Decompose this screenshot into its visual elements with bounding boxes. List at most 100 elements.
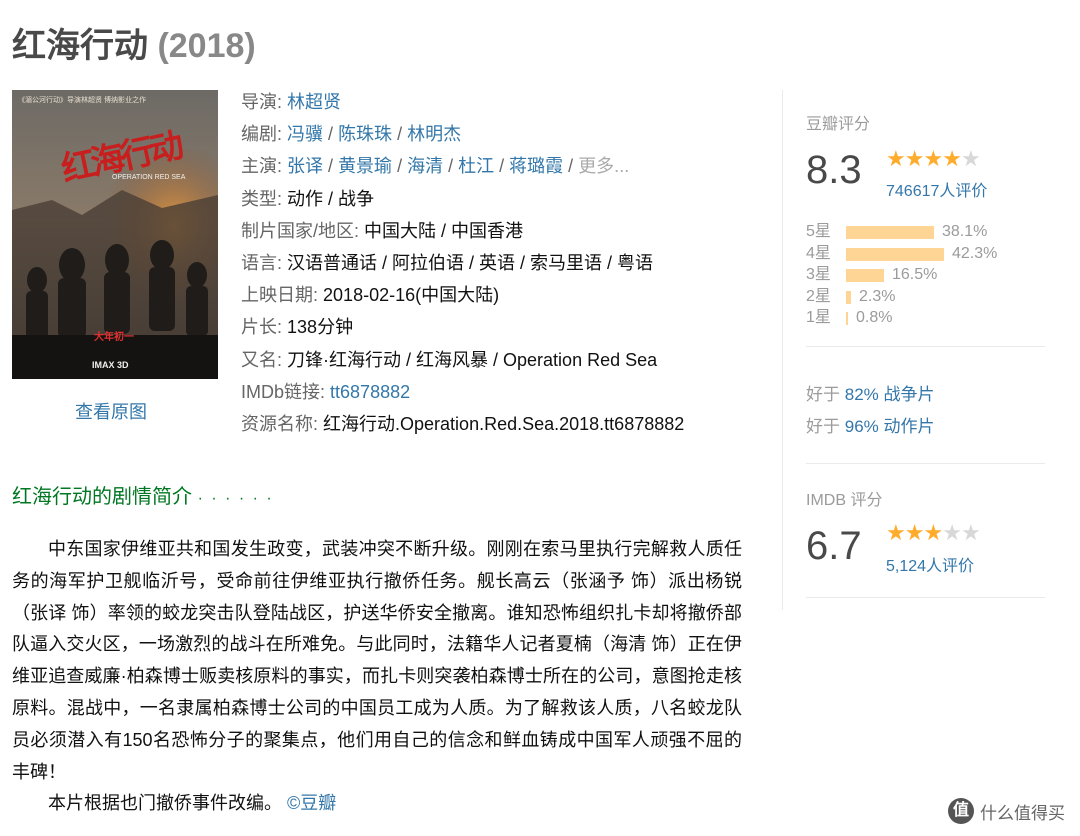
better-than-item: 好于 96% 动作片 <box>806 412 935 437</box>
imdb-row: IMDb链接: tt6878882 <box>241 376 771 408</box>
imdb-rating-label: IMDB 评分 <box>806 492 883 509</box>
movie-poster[interactable]: 《湄公河行动》导演林超贤 博纳影业之作 红海行动 OPERATION RED S… <box>12 90 218 379</box>
rating-bar-label: 4星 <box>806 244 831 262</box>
writer-link[interactable]: 陈珠珠 <box>338 124 392 144</box>
rating-sidebar: 豆瓣评分 8.3 ★★★★★ 746617人评价 5星 38.1% 4星 42.… <box>782 90 1045 610</box>
poster-title-en: OPERATION RED SEA <box>112 174 186 181</box>
rating-bar-row: 4星 42.3% <box>806 243 1045 265</box>
poster-imax-text: IMAX 3D <box>92 360 129 370</box>
watermark: 值 什么值得买 <box>948 796 1065 826</box>
summary-note: 本片根据也门撤侨事件改编。 <box>48 793 282 814</box>
imdb-score: 6.7 <box>806 524 862 568</box>
better-than-prefix: 好于 <box>806 417 840 436</box>
cast-more-link[interactable]: 更多... <box>578 156 629 176</box>
douban-score: 8.3 <box>806 148 862 192</box>
cast-label: 主演: <box>241 156 283 177</box>
poster-release-text: 大年初一 <box>94 332 134 343</box>
better-than-category[interactable]: 动作片 <box>884 417 935 436</box>
rating-bar-percent: 2.3% <box>859 287 896 305</box>
better-than-category[interactable]: 战争片 <box>884 385 935 404</box>
page-title: 红海行动 (2018) <box>12 18 256 67</box>
poster-top-text: 《湄公河行动》导演林超贤 博纳影业之作 <box>18 97 146 104</box>
divider <box>806 463 1045 464</box>
director-row: 导演: 林超贤 <box>241 86 771 118</box>
movie-year: (2018) <box>157 27 256 65</box>
imdb-label: IMDb链接: <box>241 381 326 402</box>
rating-bar <box>846 290 851 304</box>
rating-bar <box>846 247 944 261</box>
rating-bar-row: 2星 2.3% <box>806 286 1045 308</box>
country-value: 中国大陆 / 中国香港 <box>364 220 524 241</box>
douban-source-link[interactable]: ©豆瓣 <box>287 793 336 813</box>
rating-bar-label: 3星 <box>806 266 831 283</box>
country-label: 制片国家/地区: <box>241 220 360 241</box>
divider <box>806 346 1045 347</box>
rating-bar-percent: 38.1% <box>942 223 988 240</box>
aka-label: 又名: <box>241 349 283 370</box>
rating-bar-label: 1星 <box>806 309 831 326</box>
watermark-text: 什么值得买 <box>980 803 1065 823</box>
release-value: 2018-02-16(中国大陆) <box>323 285 500 306</box>
star-icon: ★ <box>904 146 925 171</box>
genre-row: 类型: 动作 / 战争 <box>241 183 771 215</box>
better-than-item: 好于 82% 战争片 <box>806 380 935 405</box>
writers-label: 编剧: <box>241 124 283 145</box>
rating-distribution: 5星 38.1% 4星 42.3% 3星 16.5% 2星 2.3% 1星 0.… <box>806 221 1045 329</box>
summary-paragraph: 中东国家伊维亚共和国发生政变，武装冲突不断升级。刚刚在索马里执行完解救人质任务的… <box>12 539 742 782</box>
imdb-link[interactable]: tt6878882 <box>330 382 410 402</box>
star-icon: ★ <box>886 146 906 171</box>
rating-bar-label: 2星 <box>806 287 831 305</box>
star-empty-icon: ★ <box>942 520 962 545</box>
cast-link[interactable]: 蒋璐霞 <box>509 156 563 176</box>
writer-link[interactable]: 冯骥 <box>287 124 323 144</box>
star-empty-icon: ★ <box>960 146 981 171</box>
movie-title: 红海行动 <box>12 27 148 65</box>
runtime-row: 片长: 138分钟 <box>241 311 771 343</box>
rating-bar-percent: 42.3% <box>952 244 998 262</box>
release-label: 上映日期: <box>241 285 319 306</box>
language-label: 语言: <box>241 252 283 273</box>
douban-votes-link[interactable]: 746617人评价 <box>886 177 987 201</box>
better-than-percent[interactable]: 96% <box>845 417 879 436</box>
writers-row: 编剧: 冯骥 / 陈珠珠 / 林明杰 <box>241 118 771 150</box>
cast-row: 主演: 张译 / 黄景瑜 / 海清 / 杜江 / 蒋璐霞 / 更多... <box>241 150 771 182</box>
writer-link[interactable]: 林明杰 <box>407 124 461 144</box>
douban-star-rating: ★★★★★ <box>886 146 981 171</box>
rating-bar-percent: 16.5% <box>892 266 938 283</box>
cast-link[interactable]: 杜江 <box>458 156 494 176</box>
rating-bar <box>846 312 848 325</box>
summary-heading-dots: · · · · · · <box>197 490 274 507</box>
better-than-prefix: 好于 <box>806 385 840 404</box>
star-icon: ★ <box>886 520 906 545</box>
resource-row: 资源名称: 红海行动.Operation.Red.Sea.2018.tt6878… <box>241 408 771 440</box>
separator: / <box>397 156 408 177</box>
imdb-votes-link[interactable]: 5,124人评价 <box>886 552 974 576</box>
rating-bar-row: 5星 38.1% <box>806 221 1045 243</box>
rating-bar-row: 3星 16.5% <box>806 264 1045 286</box>
cast-link[interactable]: 黄景瑜 <box>338 156 392 176</box>
divider <box>806 597 1045 598</box>
rating-bar <box>846 226 934 239</box>
runtime-value: 138分钟 <box>287 317 354 338</box>
separator: / <box>568 156 579 177</box>
star-icon: ★ <box>923 520 943 545</box>
director-label: 导演: <box>241 92 283 112</box>
rating-bar-label: 5星 <box>806 223 831 240</box>
resource-value: 红海行动.Operation.Red.Sea.2018.tt6878882 <box>323 413 685 434</box>
separator: / <box>328 124 339 145</box>
country-row: 制片国家/地区: 中国大陆 / 中国香港 <box>241 215 771 247</box>
better-than-percent[interactable]: 82% <box>845 385 879 404</box>
aka-value: 刀锋·红海行动 / 红海风暴 / Operation Red Sea <box>287 349 658 370</box>
star-icon: ★ <box>904 520 925 545</box>
resource-label: 资源名称: <box>241 413 319 434</box>
summary-heading-text: 红海行动的剧情简介 <box>12 486 192 508</box>
summary-note-line: 本片根据也门撤侨事件改编。 ©豆瓣 <box>12 788 742 820</box>
cast-link[interactable]: 张译 <box>287 156 323 176</box>
separator: / <box>499 156 510 177</box>
director-link[interactable]: 林超贤 <box>287 92 341 112</box>
cast-link[interactable]: 海清 <box>407 156 443 176</box>
view-original-link[interactable]: 查看原图 <box>75 398 147 424</box>
star-empty-icon: ★ <box>960 520 981 545</box>
rating-bar-percent: 0.8% <box>856 309 893 326</box>
separator: / <box>397 124 408 145</box>
